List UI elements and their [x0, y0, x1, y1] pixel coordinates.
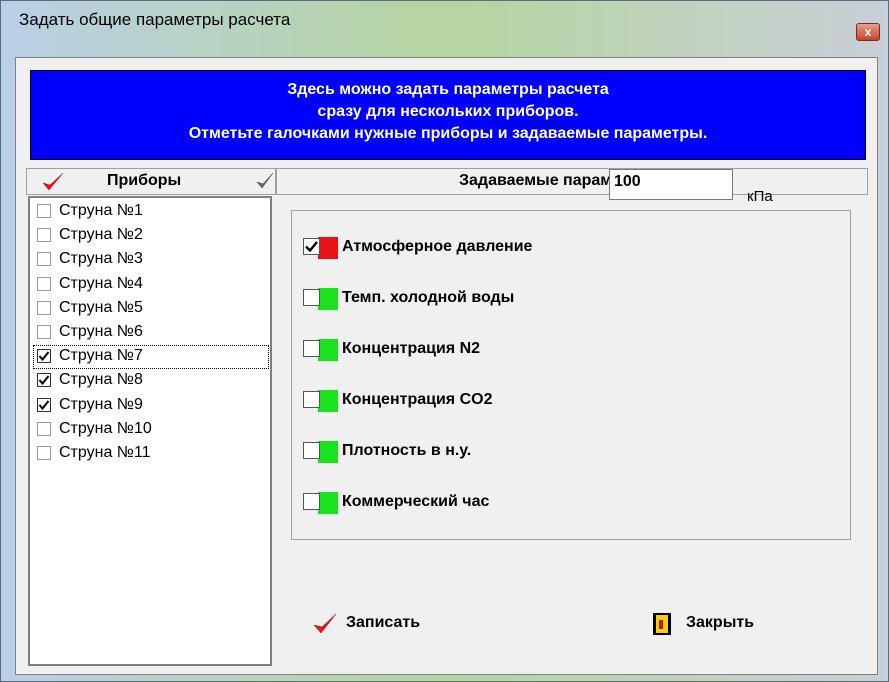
- device-label: Струна №5: [59, 298, 143, 316]
- checkmark-icon: [38, 351, 50, 362]
- save-button-label: Записать: [346, 614, 421, 631]
- red-check-icon: [313, 613, 337, 634]
- device-label: Струна №9: [59, 395, 143, 413]
- param-checkbox-square: [303, 238, 320, 255]
- device-item[interactable]: Струна №1: [33, 200, 269, 224]
- param-item[interactable]: Плотность в н.у.: [302, 441, 602, 465]
- device-item[interactable]: Струна №2: [33, 224, 269, 248]
- device-item[interactable]: Струна №8: [33, 369, 269, 393]
- param-checkbox[interactable]: [302, 339, 338, 361]
- close-icon: x: [864, 25, 872, 39]
- device-checkbox[interactable]: [37, 349, 51, 364]
- devices-header: Приборы: [26, 168, 276, 195]
- param-checkbox-square: [303, 289, 320, 306]
- checkmark-icon: [38, 399, 50, 410]
- param-label: Плотность в н.у.: [342, 442, 472, 459]
- params-panel: Атмосферное давление Темп. холодной воды К…: [291, 210, 851, 540]
- param-checkbox-square: [303, 493, 320, 510]
- param-checkbox[interactable]: [302, 390, 338, 412]
- devices-header-title: Приборы: [107, 172, 182, 189]
- param-label: Концентрация N2: [342, 340, 481, 357]
- checkmark-icon: [305, 241, 318, 253]
- info-banner: Здесь можно задать параметры расчета сра…: [30, 70, 866, 160]
- save-button[interactable]: Записать: [312, 610, 462, 638]
- banner-line-3: Отметьте галочками нужные приборы и зада…: [188, 125, 708, 142]
- param-checkbox-square: [303, 340, 320, 357]
- select-all-check-icon[interactable]: [41, 171, 65, 193]
- deselect-all-check-icon[interactable]: [255, 171, 275, 191]
- close-button-label: Закрыть: [686, 614, 755, 631]
- device-item[interactable]: Струна №7: [33, 345, 269, 370]
- device-label: Струна №4: [59, 274, 143, 292]
- device-checkbox[interactable]: [37, 446, 51, 460]
- devices-list[interactable]: Струна №1 Струна №2 Струна №3 Струна №4 Стру…: [28, 196, 272, 666]
- param-checkbox-square: [303, 391, 320, 408]
- device-item[interactable]: Струна №4: [33, 273, 269, 297]
- param-checkbox[interactable]: [302, 288, 338, 310]
- device-item[interactable]: Струна №10: [33, 418, 269, 442]
- device-label: Струна №1: [59, 202, 143, 219]
- param-checkbox-square: [303, 442, 320, 459]
- param-item[interactable]: Атмосферное давление: [302, 237, 602, 261]
- device-label: Струна №2: [59, 226, 143, 244]
- device-label: Струна №6: [59, 323, 143, 340]
- param-item[interactable]: Темп. холодной воды: [302, 288, 602, 312]
- device-item[interactable]: Струна №9: [33, 394, 269, 418]
- title-bar[interactable]: Задать общие параметры расчета: [1, 1, 888, 39]
- device-label: Струна №3: [59, 250, 143, 268]
- window-title: Задать общие параметры расчета: [19, 10, 291, 29]
- device-checkbox[interactable]: [37, 300, 51, 315]
- param-label: Атмосферное давление: [342, 238, 533, 255]
- device-item[interactable]: Струна №5: [33, 297, 269, 321]
- device-item[interactable]: Струна №3: [33, 248, 269, 272]
- param-item[interactable]: Концентрация N2: [302, 339, 602, 363]
- param-checkbox[interactable]: [302, 237, 338, 259]
- device-checkbox[interactable]: [37, 325, 51, 339]
- param-label: Коммерческий час: [342, 493, 490, 510]
- banner-line-1: Здесь можно задать параметры расчета: [287, 81, 609, 98]
- param-label: Концентрация CO2: [342, 391, 493, 408]
- close-window-button[interactable]: x: [856, 23, 880, 41]
- device-checkbox[interactable]: [37, 397, 51, 412]
- device-item[interactable]: Струна №11: [33, 442, 269, 466]
- param-item[interactable]: Коммерческий час: [302, 492, 602, 516]
- device-checkbox[interactable]: [37, 228, 51, 243]
- dialog-window: Задать общие параметры расчета x Здесь м…: [0, 0, 889, 682]
- param-label: Темп. холодной воды: [342, 289, 515, 306]
- device-item[interactable]: Струна №6: [33, 321, 269, 345]
- param-checkbox[interactable]: [302, 441, 338, 463]
- banner-line-2: сразу для нескольких приборов.: [317, 103, 579, 120]
- device-label: Струна №11: [59, 444, 151, 461]
- params-header: Задаваемые параметры: [276, 168, 868, 195]
- checkmark-icon: [38, 375, 50, 386]
- device-checkbox[interactable]: [37, 421, 51, 436]
- device-checkbox[interactable]: [37, 276, 51, 291]
- pressure-unit: кПа: [747, 188, 773, 205]
- device-checkbox[interactable]: [37, 373, 51, 388]
- device-label: Струна №7: [59, 347, 143, 365]
- device-checkbox[interactable]: [37, 252, 51, 267]
- dialog-client-area: Здесь можно задать параметры расчета сра…: [15, 57, 878, 675]
- door-exit-icon: [653, 613, 671, 635]
- param-checkbox[interactable]: [302, 492, 338, 514]
- pressure-input[interactable]: 100: [609, 169, 733, 200]
- device-label: Струна №10: [59, 419, 152, 437]
- device-checkbox[interactable]: [37, 204, 51, 218]
- close-button[interactable]: Закрыть: [652, 610, 802, 638]
- device-label: Струна №8: [59, 371, 143, 389]
- param-item[interactable]: Концентрация CO2: [302, 390, 602, 414]
